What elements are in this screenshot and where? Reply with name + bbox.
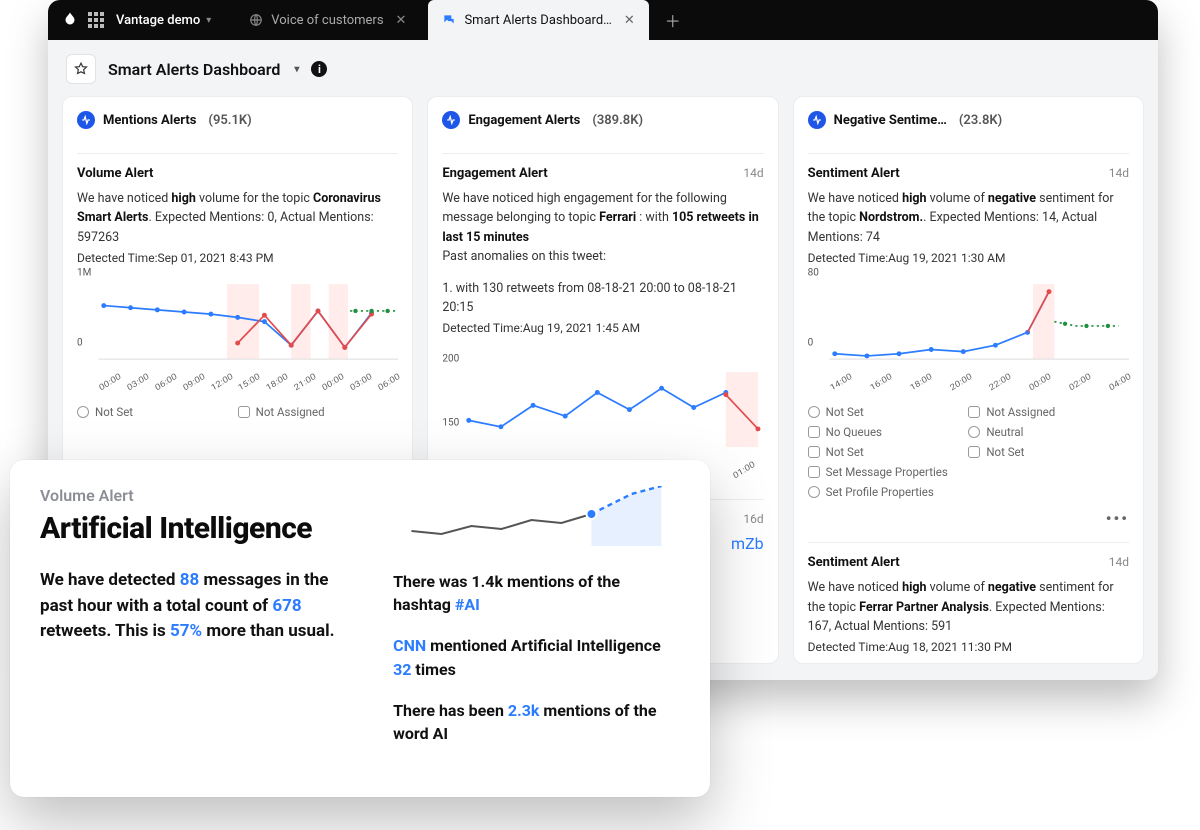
new-tab-button[interactable]: ＋ <box>659 6 687 34</box>
chat-icon <box>442 13 456 27</box>
card-body-line: 1. with 130 retweets from 08-18-21 20:00… <box>442 279 763 318</box>
column-count: (95.1K) <box>208 113 251 128</box>
queue-icon <box>808 426 820 438</box>
card-age: 14d <box>1109 166 1129 180</box>
card-title: Volume Alert <box>77 166 153 181</box>
card-body: We have noticed high volume for the topi… <box>77 189 398 247</box>
pulse-icon <box>77 111 95 129</box>
line-chart <box>808 277 1129 377</box>
set-profile-properties[interactable]: Set Profile Properties <box>808 485 1129 499</box>
user-icon <box>238 406 250 418</box>
detected-time: Detected Time:Aug 18, 2021 11:30 PM <box>808 640 1129 654</box>
more-actions-button[interactable]: ••• <box>808 509 1129 528</box>
set-message-properties[interactable]: Set Message Properties <box>808 465 1129 479</box>
overlay-summary: We have detected 88 messages in the past… <box>40 568 357 645</box>
close-icon[interactable]: ✕ <box>396 13 407 28</box>
pulse-icon <box>808 111 826 129</box>
alert-card[interactable]: Volume Alert We have noticed high volume… <box>77 153 398 419</box>
x-axis: 14:0016:0018:0020:0022:0000:0002:0004:00 <box>807 385 1130 395</box>
page-header: Smart Alerts Dashboard ▾ i <box>48 40 1158 96</box>
card-title: Sentiment Alert <box>808 555 900 570</box>
detected-time: Detected Time:Sep 01, 2021 8:43 PM <box>77 251 398 265</box>
card-age: 14d <box>743 166 763 180</box>
overlay-label: Volume Alert <box>40 486 357 505</box>
chevron-down-icon[interactable]: ▾ <box>206 15 211 26</box>
info-icon[interactable]: i <box>311 61 327 77</box>
card-body: We have noticed high volume of negative … <box>808 189 1129 247</box>
alert-card[interactable]: Sentiment Alert 14d We have noticed high… <box>808 153 1129 528</box>
user-icon <box>968 406 980 418</box>
column-header: Negative Sentime… (23.8K) <box>808 111 1129 129</box>
pulse-icon <box>442 111 460 129</box>
face-icon <box>968 426 980 438</box>
favorite-button[interactable] <box>66 54 96 84</box>
status-icon <box>808 406 820 418</box>
y-tick: 0 <box>808 338 814 349</box>
card-body: We have noticed high engagement for the … <box>442 189 763 247</box>
detected-time: Detected Time:Aug 19, 2021 1:45 AM <box>442 321 763 335</box>
card-body-line: Past anomalies on this tweet: <box>442 247 763 266</box>
tab-smart-alerts[interactable]: Smart Alerts Dashboard… ✕ <box>428 0 648 40</box>
column-header: Engagement Alerts (389.8K) <box>442 111 763 129</box>
workspace-name[interactable]: Vantage demo <box>116 13 200 28</box>
card-meta: Not Set Not Assigned No Queues Neutral N… <box>808 405 1129 499</box>
status-notset[interactable]: Not Set <box>77 405 238 419</box>
column-count: (389.8K) <box>592 113 643 128</box>
star-icon <box>74 62 88 76</box>
rocket-icon <box>968 446 980 458</box>
detected-time: Detected Time:Aug 19, 2021 1:30 AM <box>808 251 1129 265</box>
column-title: Negative Sentime… <box>834 113 947 128</box>
overlay-title: Artificial Intelligence <box>40 511 357 546</box>
mail-icon <box>808 466 820 478</box>
tab-label: Voice of customers <box>271 13 383 28</box>
alert-card[interactable]: Engagement Alert 14d We have noticed hig… <box>442 153 763 483</box>
column-header: Mentions Alerts (95.1K) <box>77 111 398 129</box>
status-icon <box>77 406 89 418</box>
line-chart <box>77 277 398 377</box>
overlay-stat: CNN mentioned Artificial Intelligence 32… <box>393 634 680 680</box>
overlay-detail-card: Volume Alert Artificial Intelligence We … <box>10 460 710 797</box>
y-tick: 0 <box>77 338 83 349</box>
app-logo-icon <box>60 10 80 30</box>
column-title: Mentions Alerts <box>103 113 196 128</box>
y-tick: 150 <box>442 418 459 429</box>
status-notset[interactable]: Not Set <box>968 445 1129 459</box>
card-title: Sentiment Alert <box>808 166 900 181</box>
card-meta: Not Set Not Assigned <box>77 405 398 419</box>
card-age: 14d <box>1109 555 1129 569</box>
globe-icon <box>249 13 263 27</box>
alert-card[interactable]: Sentiment Alert 14d We have noticed high… <box>808 542 1129 654</box>
y-tick: 200 <box>442 354 459 365</box>
page-title: Smart Alerts Dashboard <box>108 60 280 79</box>
overlay-stat: There was 1.4k mentions of the hashtag #… <box>393 570 680 616</box>
card-body: We have noticed high volume of negative … <box>808 578 1129 636</box>
x-axis: 00:0003:0006:0009:0012:0015:0018:0021:00… <box>76 385 399 395</box>
close-icon[interactable]: ✕ <box>624 13 635 28</box>
status-notset[interactable]: Not Set <box>808 405 969 419</box>
overlay-stat: There has been 2.3k mentions of the word… <box>393 699 680 745</box>
column-sentiment: Negative Sentime… (23.8K) Sentiment Aler… <box>793 96 1144 664</box>
card-title: Engagement Alert <box>442 166 547 181</box>
mentions-chart: 1M 0 00:0003:00 <box>77 265 398 395</box>
tab-voice-of-customers[interactable]: Voice of customers ✕ <box>235 0 420 40</box>
status-notset[interactable]: Not Set <box>808 445 969 459</box>
queue-none[interactable]: No Queues <box>808 425 969 439</box>
profile-icon <box>808 486 820 498</box>
tab-label: Smart Alerts Dashboard… <box>464 13 611 28</box>
line-chart <box>442 365 763 465</box>
column-title: Engagement Alerts <box>468 113 580 128</box>
column-count: (23.8K) <box>959 113 1002 128</box>
chevron-down-icon[interactable]: ▾ <box>294 64 299 75</box>
y-tick: 80 <box>808 268 819 279</box>
top-bar: Vantage demo ▾ Voice of customers ✕ Smar… <box>48 0 1158 40</box>
apps-grid-icon[interactable] <box>88 12 104 28</box>
assignee-notassigned[interactable]: Not Assigned <box>238 405 399 419</box>
y-tick: 1M <box>77 268 91 279</box>
card-age: 16d <box>743 512 763 526</box>
sentiment-neutral[interactable]: Neutral <box>968 425 1129 439</box>
overlay-sparkline <box>393 486 680 546</box>
sentiment-chart: 80 0 14:0016:0018:0020:0022:0000:0002:00… <box>808 265 1129 395</box>
assignee-notassigned[interactable]: Not Assigned <box>968 405 1129 419</box>
tag-icon <box>808 446 820 458</box>
